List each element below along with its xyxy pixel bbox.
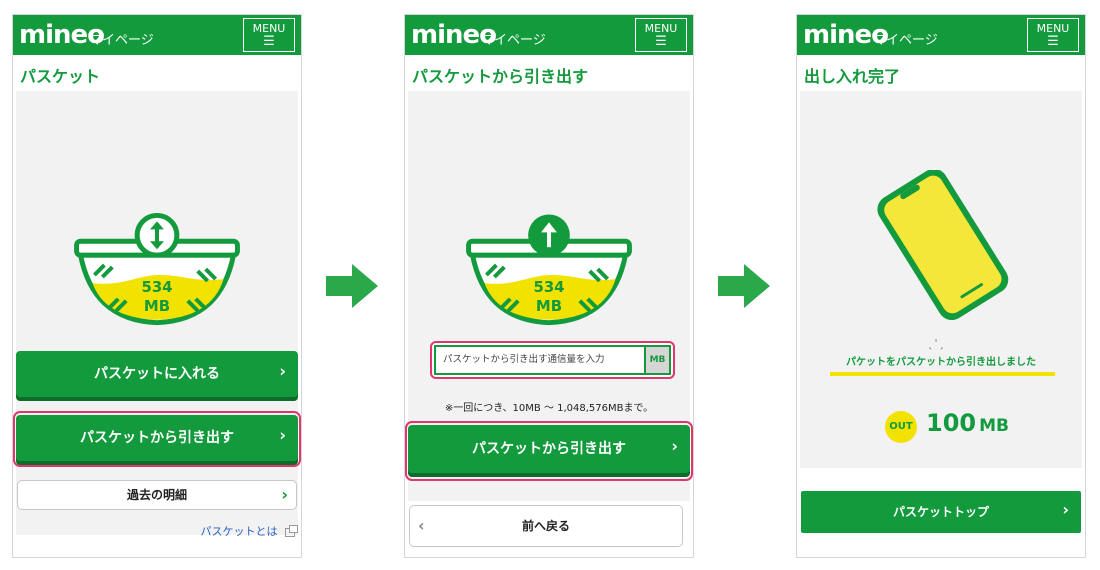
basket-amount: 534 (533, 278, 564, 296)
chevron-left-icon: ‹ (418, 516, 425, 535)
chevron-right-icon: › (281, 485, 288, 504)
basket-illustration: 534 MB (74, 213, 240, 326)
chevron-right-icon: › (1062, 499, 1069, 519)
out-badge: OUT (885, 411, 917, 443)
screen-passket: mineo マイページ MENU ☰ パスケット 534 MB パスケットに入れ… (12, 14, 302, 558)
passket-top-label: パスケットトップ (892, 505, 989, 519)
mypage-label: マイページ (89, 33, 154, 48)
screen-complete: mineo マイページ MENU ☰ 出し入れ完了 ˎˈˏ パケットをパスケット… (796, 14, 1086, 558)
input-unit: MB (644, 345, 671, 375)
tutorial-stage: mineo マイページ MENU ☰ パスケット 534 MB パスケットに入れ… (0, 0, 1100, 570)
mypage-label: マイページ (481, 33, 546, 48)
amount-unit: MB (979, 416, 1009, 436)
basket-unit: MB (144, 297, 170, 315)
put-in-button[interactable]: パスケットに入れる › (16, 351, 298, 397)
about-link[interactable]: パスケットとは (200, 523, 298, 539)
hamburger-icon: ☰ (655, 34, 667, 49)
passket-top-button[interactable]: パスケットトップ › (801, 491, 1081, 533)
menu-button[interactable]: MENU ☰ (635, 18, 687, 52)
header: mineo マイページ MENU ☰ (405, 15, 693, 55)
screen-withdraw: mineo マイページ MENU ☰ パスケットから引き出す 534 MB パス… (404, 14, 694, 558)
page-title: パスケットから引き出す (412, 67, 589, 86)
withdraw-button[interactable]: パスケットから引き出す › (16, 415, 298, 461)
history-label: 過去の明細 (126, 488, 187, 502)
mypage-label: マイページ (873, 33, 938, 48)
menu-button[interactable]: MENU ☰ (1027, 18, 1079, 52)
basket-illustration: 534 MB (466, 214, 632, 326)
about-link-label: パスケットとは (200, 525, 278, 538)
hamburger-icon: ☰ (263, 34, 275, 49)
header: mineo マイページ MENU ☰ (13, 15, 301, 55)
amount-value: 100 (926, 409, 977, 437)
put-in-label: パスケットに入れる (94, 366, 220, 382)
withdraw-submit-button[interactable]: パスケットから引き出す › (408, 425, 690, 473)
complete-message: パケットをパスケットから引き出しました (846, 357, 1036, 368)
highlight-frame: パスケットから引き出す通信量を入力 MB (430, 341, 675, 379)
step-arrow-icon (326, 264, 378, 308)
chevron-right-icon: › (279, 361, 286, 381)
basket-amount: 534 (141, 278, 172, 296)
message-underline (830, 372, 1055, 376)
withdrawn-amount: 100 MB (926, 409, 1009, 437)
chevron-right-icon: › (671, 436, 678, 456)
header: mineo マイページ MENU ☰ (797, 15, 1085, 55)
sparkle-icon: ˎˈˏ (928, 337, 946, 350)
menu-button[interactable]: MENU ☰ (243, 18, 295, 52)
history-button[interactable]: 過去の明細 › (17, 480, 297, 510)
back-label: 前へ戻る (521, 519, 570, 533)
chevron-right-icon: › (279, 425, 286, 445)
withdraw-label: パスケットから引き出す (80, 430, 234, 446)
withdraw-submit-label: パスケットから引き出す (472, 441, 626, 457)
amount-input[interactable]: パスケットから引き出す通信量を入力 (434, 345, 644, 375)
back-button[interactable]: ‹ 前へ戻る (409, 505, 683, 547)
step-arrow-icon (718, 264, 770, 308)
page-title: 出し入れ完了 (804, 67, 901, 86)
external-window-icon (285, 524, 298, 537)
smartphone-icon (877, 170, 1009, 320)
basket-unit: MB (536, 297, 562, 315)
limit-note: ※一回につき、10MB 〜 1,048,576MBまで。 (444, 403, 654, 414)
page-title: パスケット (20, 67, 101, 86)
hamburger-icon: ☰ (1047, 34, 1059, 49)
